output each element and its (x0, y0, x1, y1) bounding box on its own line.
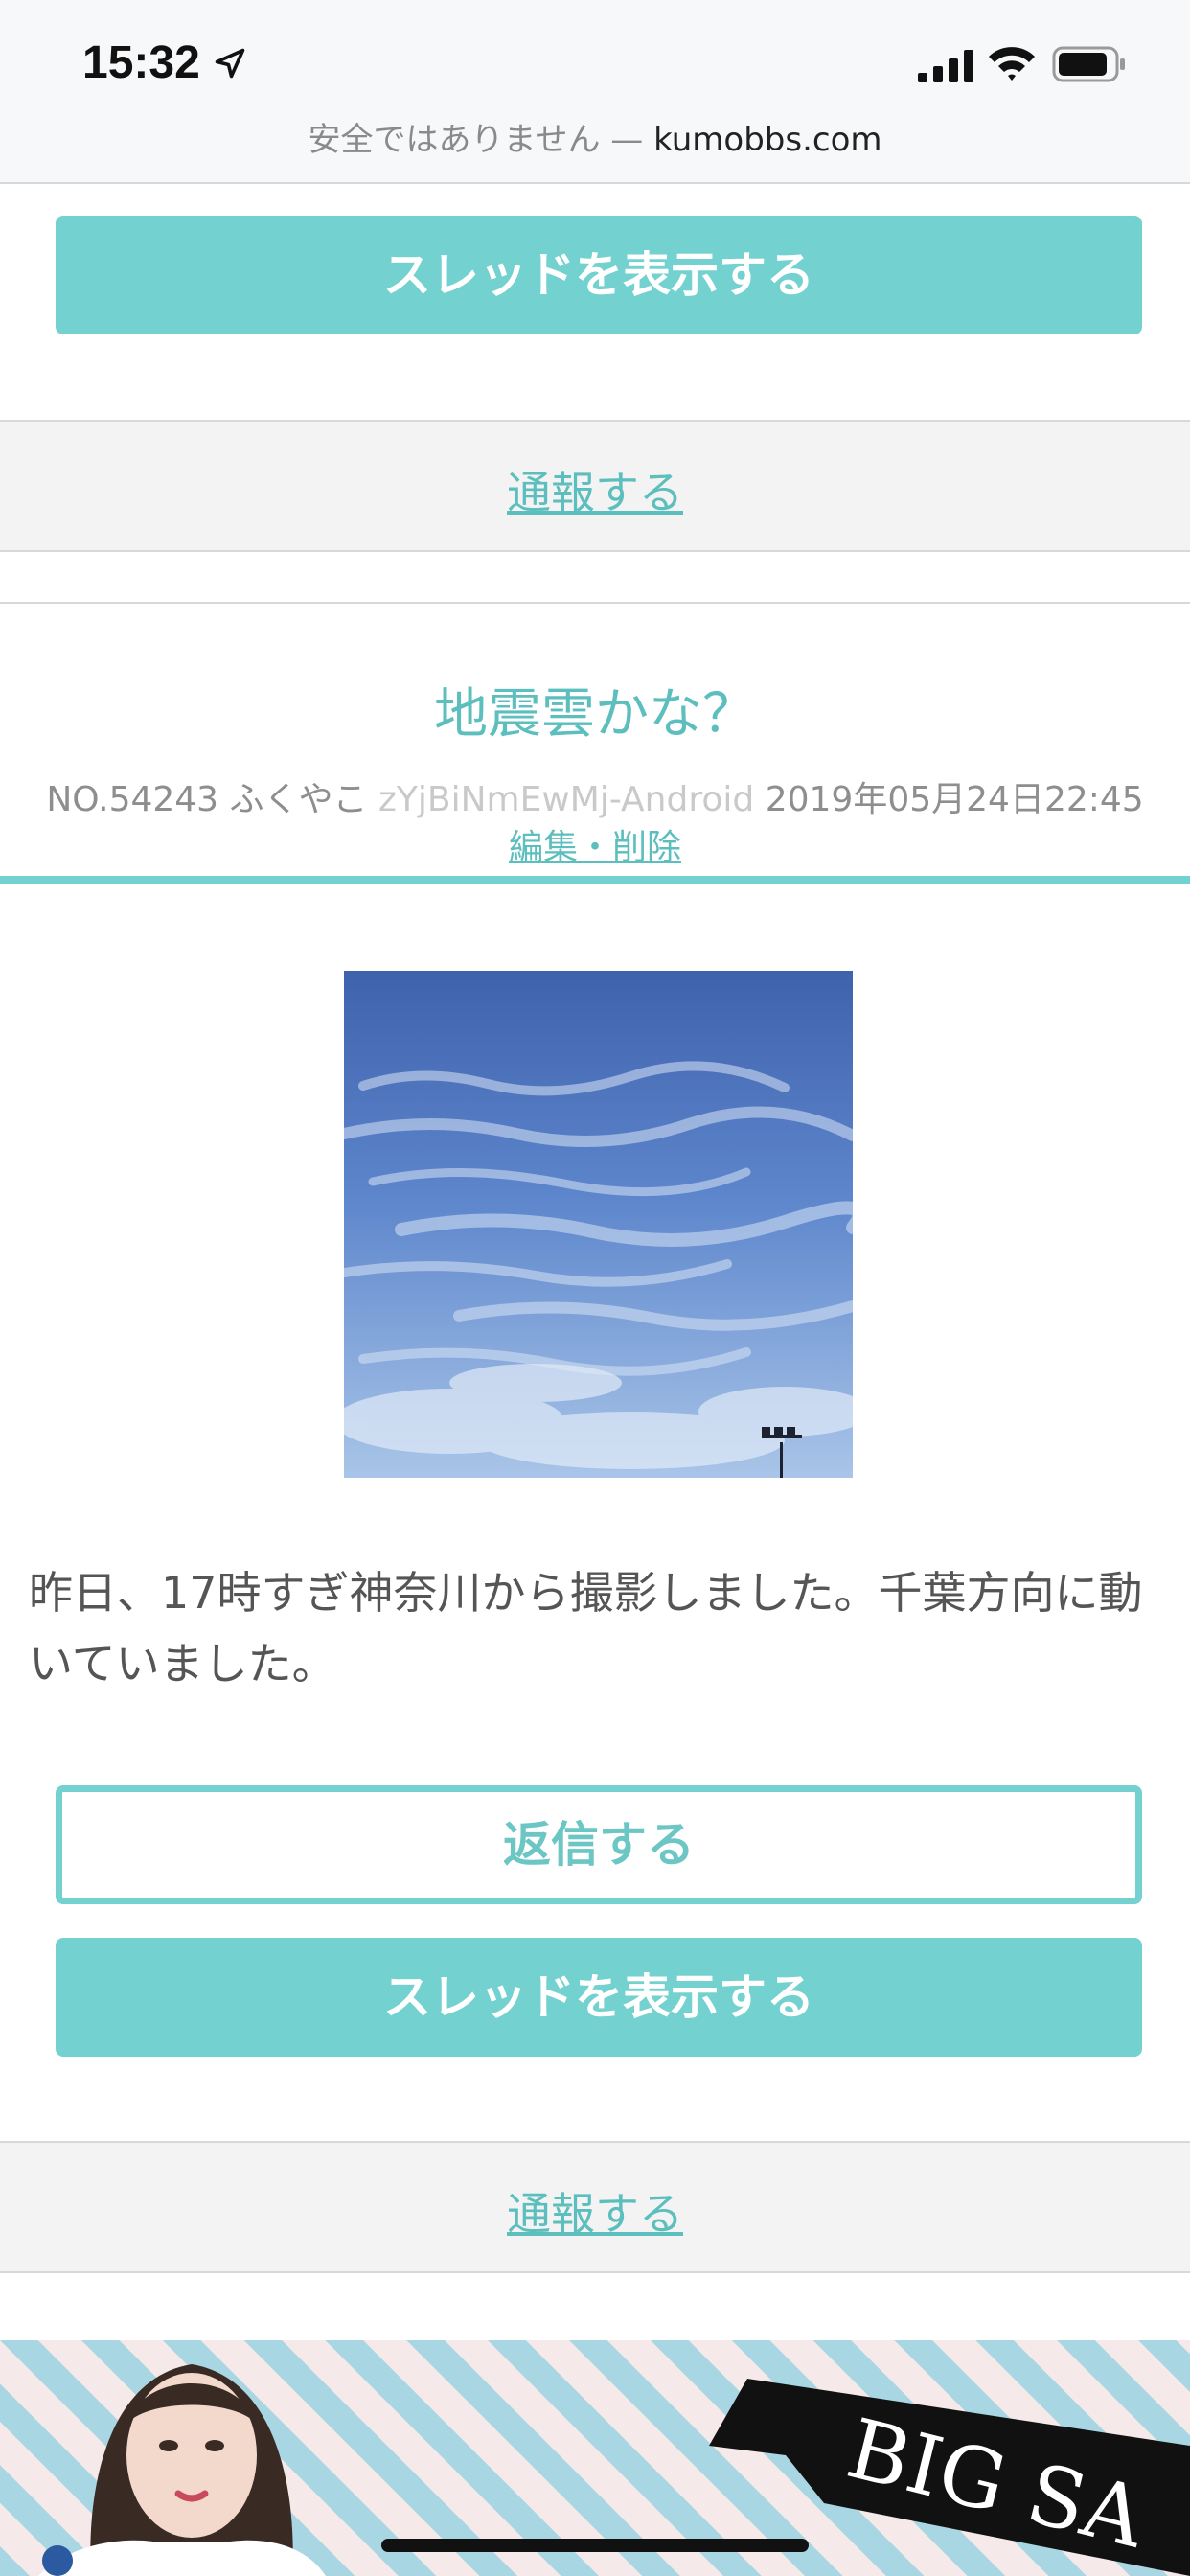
signal-bars-icon (918, 50, 973, 82)
show-thread-button[interactable]: スレッドを表示する (56, 216, 1142, 334)
post-header-rule (0, 876, 1190, 884)
reply-button[interactable]: 返信する (56, 1785, 1142, 1904)
post-meta: NO.54243 ふくやこ zYjBiNmEwMj-Android 2019年0… (0, 771, 1190, 821)
home-indicator[interactable] (381, 2539, 809, 2552)
address-bar[interactable]: 安全ではありません — kumobbs.com (0, 113, 1190, 160)
report-link[interactable]: 通報する (0, 458, 1190, 521)
security-warning: 安全ではありません — (308, 121, 654, 159)
browser-top-bar: 15:32 安全ではありません — kumobbs.com (0, 0, 1190, 184)
location-arrow-icon (215, 48, 245, 79)
edit-delete-link[interactable]: 編集・削除 (0, 819, 1190, 869)
divider (0, 602, 1190, 604)
status-time: 15:32 (82, 37, 200, 88)
post-body: 昨日、17時すぎ神奈川から撮影しました。千葉方向に動いていました。 (29, 1567, 1143, 1690)
wifi-icon (989, 47, 1035, 80)
post-author: ふくやこ (229, 780, 368, 819)
report-link[interactable]: 通報する (0, 2179, 1190, 2242)
cloud-photo[interactable] (344, 971, 853, 1478)
address-domain: kumobbs.com (653, 121, 882, 159)
post-user-id: zYjBiNmEwMj-Android (378, 780, 755, 819)
battery-icon (1052, 46, 1125, 82)
post-title: 地震雲かな？ (434, 683, 756, 746)
post-datetime: 2019年05月24日22:45 (765, 780, 1144, 819)
post-number: NO.54243 (46, 780, 219, 819)
show-thread-button[interactable]: スレッドを表示する (56, 1938, 1142, 2057)
